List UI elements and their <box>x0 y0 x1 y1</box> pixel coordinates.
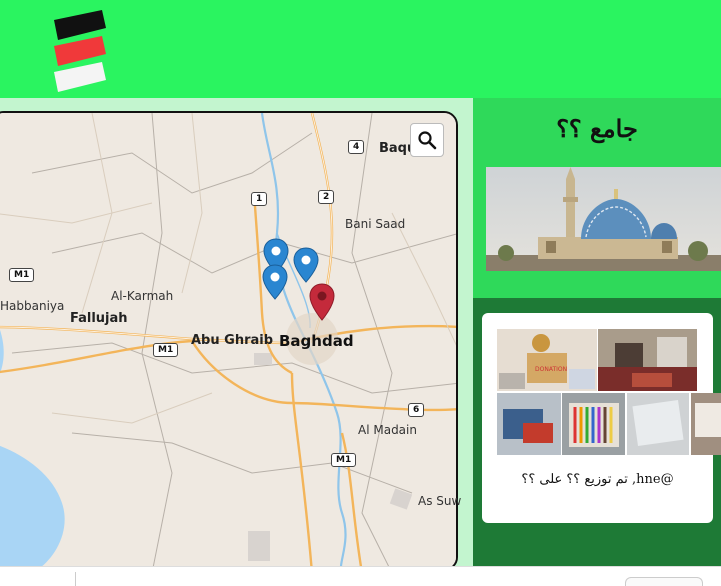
road-shield-6: 6 <box>408 403 425 417</box>
map-label-al-madain: Al Madain <box>358 423 417 437</box>
gallery-photo-notebooks[interactable] <box>627 393 689 455</box>
map-label-bani-saad: Bani Saad <box>345 217 406 231</box>
bottom-button[interactable] <box>625 577 703 586</box>
map-label-al-karmah: Al-Karmah <box>111 289 174 303</box>
gallery-photo-crayons[interactable] <box>562 393 625 455</box>
mosque-title: جامع ؟؟ <box>556 114 638 143</box>
site-header <box>0 0 721 98</box>
road-shield-2: 2 <box>318 190 335 204</box>
activity-photo-gallery[interactable]: DONATION <box>497 329 721 457</box>
road-shield-m1-west: M1 <box>9 268 35 282</box>
map-marker-blue[interactable] <box>293 247 319 283</box>
map-label-abu-ghraib: Abu Ghraib <box>191 333 274 348</box>
map-marker-red[interactable] <box>309 283 335 321</box>
map-label-fallujah: Fallujah <box>70 311 128 326</box>
search-icon <box>418 131 437 150</box>
site-logo[interactable] <box>52 10 108 94</box>
road-shield-m1-center: M1 <box>153 343 179 357</box>
map-marker-blue[interactable] <box>262 264 288 300</box>
gallery-photo-room[interactable] <box>598 329 697 391</box>
activity-caption: تم توزيع ؟؟ على ؟؟ ,hne@ <box>521 472 674 487</box>
map-label-habbaniya: Habbaniya <box>0 299 65 313</box>
map-search-button[interactable] <box>410 123 444 157</box>
bottom-divider <box>75 572 76 586</box>
donation-text: DONATION <box>535 366 567 373</box>
map-label-as-suwayrah: As Suw <box>418 494 462 508</box>
gallery-photo-donation-box[interactable]: DONATION <box>497 329 597 391</box>
mosque-photo[interactable] <box>486 167 721 271</box>
gallery-photo-supplies[interactable] <box>497 393 561 455</box>
road-shield-4: 4 <box>348 140 365 154</box>
road-shield-m1-south: M1 <box>331 453 357 467</box>
gallery-photo-papers[interactable] <box>691 393 721 455</box>
bottom-bar <box>0 566 721 586</box>
map-label-baghdad: Baghdad <box>279 332 354 350</box>
road-shield-1: 1 <box>251 192 268 206</box>
